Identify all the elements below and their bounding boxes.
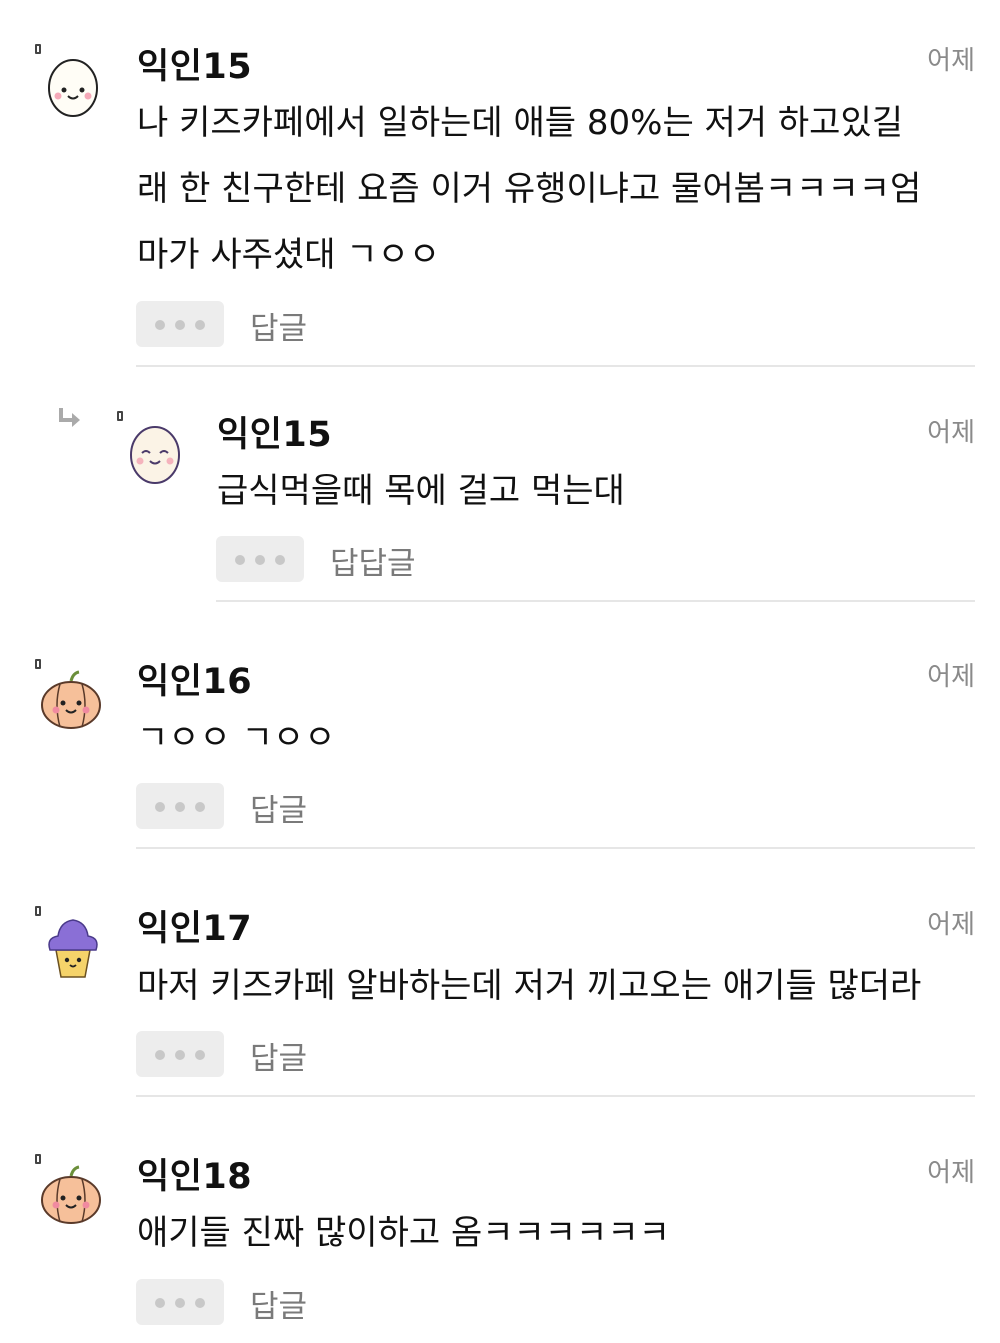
cupcake-avatar-icon	[48, 919, 98, 978]
dot-icon	[175, 802, 185, 812]
comment-time: 어제	[927, 1158, 975, 1188]
more-options-button[interactable]	[136, 1279, 224, 1325]
dot-icon	[195, 802, 205, 812]
comment-author: 익인18	[137, 1157, 253, 1197]
comment-time: 어제	[927, 662, 975, 692]
comment-time: 어제	[927, 418, 975, 448]
comment-author: 익인15	[137, 47, 253, 87]
more-options-button[interactable]	[136, 783, 224, 829]
reply-button[interactable]: 답글	[250, 1281, 307, 1326]
reply-button[interactable]: 답답글	[330, 538, 416, 583]
comment-author: 익인16	[137, 662, 253, 702]
more-options-button[interactable]	[136, 301, 224, 347]
reply-button[interactable]: 답글	[250, 1033, 307, 1078]
egg-avatar-icon	[48, 59, 98, 117]
comment-line: 급식먹을때 목에 걸고 먹는대	[217, 471, 625, 511]
divider	[136, 1095, 975, 1097]
dot-icon	[195, 1298, 205, 1308]
dot-icon	[155, 802, 165, 812]
dot-icon	[155, 1050, 165, 1060]
comment-line: 마저 키즈카페 알바하는데 저거 끼고오는 애기들 많더라	[137, 966, 922, 1006]
divider	[136, 847, 975, 849]
dot-icon	[175, 320, 185, 330]
more-options-button[interactable]	[216, 536, 304, 582]
comment-time: 어제	[927, 46, 975, 76]
dot-icon	[175, 1298, 185, 1308]
pumpkin-avatar-icon	[41, 670, 101, 729]
dot-icon	[195, 320, 205, 330]
comment-line: ㄱㅇㅇ ㄱㅇㅇ	[137, 718, 336, 758]
comment-line: 애기들 진짜 많이하고 옴ㅋㅋㅋㅋㅋㅋ	[137, 1213, 670, 1253]
dot-icon	[255, 555, 265, 565]
egg-avatar-icon	[130, 426, 180, 484]
pumpkin-avatar-icon	[41, 1165, 101, 1224]
reply-button[interactable]: 답글	[250, 785, 307, 830]
dot-icon	[275, 555, 285, 565]
reply-button[interactable]: 답글	[250, 303, 307, 348]
dot-icon	[235, 555, 245, 565]
dot-icon	[195, 1050, 205, 1060]
comment-line: 래 한 친구한테 요즘 이거 유행이냐고 물어봄ㅋㅋㅋㅋ엄	[137, 169, 922, 209]
dot-icon	[175, 1050, 185, 1060]
dot-icon	[155, 1298, 165, 1308]
comment-author: 익인15	[217, 415, 333, 455]
divider	[216, 600, 975, 602]
comment-time: 어제	[927, 910, 975, 940]
reply-arrow-icon	[59, 408, 80, 427]
more-options-button[interactable]	[136, 1031, 224, 1077]
comment-line: 나 키즈카페에서 일하는데 애들 80%는 저거 하고있길	[137, 103, 904, 143]
divider	[136, 365, 975, 367]
dot-icon	[155, 320, 165, 330]
comment-line: 마가 사주셨대 ㄱㅇㅇ	[137, 235, 441, 275]
comment-author: 익인17	[137, 909, 253, 949]
